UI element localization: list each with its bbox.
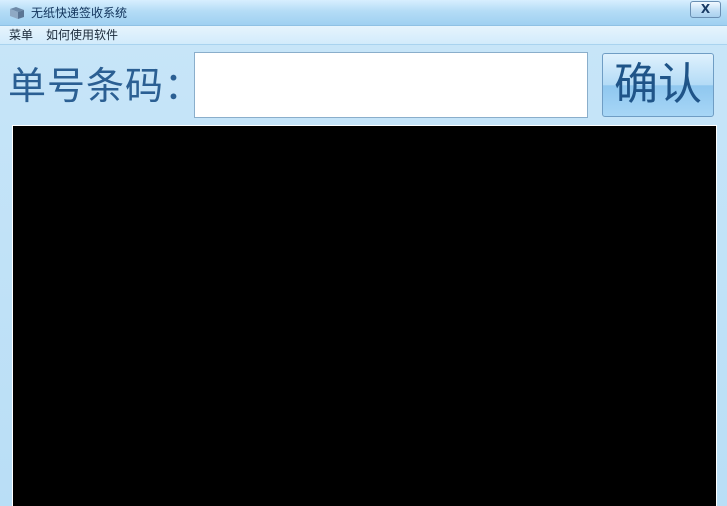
window-title: 无纸快递签收系统 [31, 6, 128, 20]
app-window: 无纸快递签收系统 X 菜单 如何使用软件 单号条码： 确认 [0, 0, 727, 506]
close-icon: X [700, 2, 711, 16]
log-display-area[interactable] [12, 125, 717, 506]
menu-bar: 菜单 如何使用软件 [0, 26, 727, 45]
barcode-label: 单号条码： [8, 64, 204, 108]
confirm-button[interactable]: 确认 [602, 53, 714, 117]
close-button[interactable]: X [690, 1, 721, 18]
title-bar[interactable]: 无纸快递签收系统 X [0, 0, 727, 26]
menu-item-menu[interactable]: 菜单 [9, 27, 33, 43]
app-logo-icon [9, 5, 25, 19]
menu-item-how-to-use[interactable]: 如何使用软件 [46, 27, 118, 43]
barcode-input[interactable] [194, 52, 588, 118]
